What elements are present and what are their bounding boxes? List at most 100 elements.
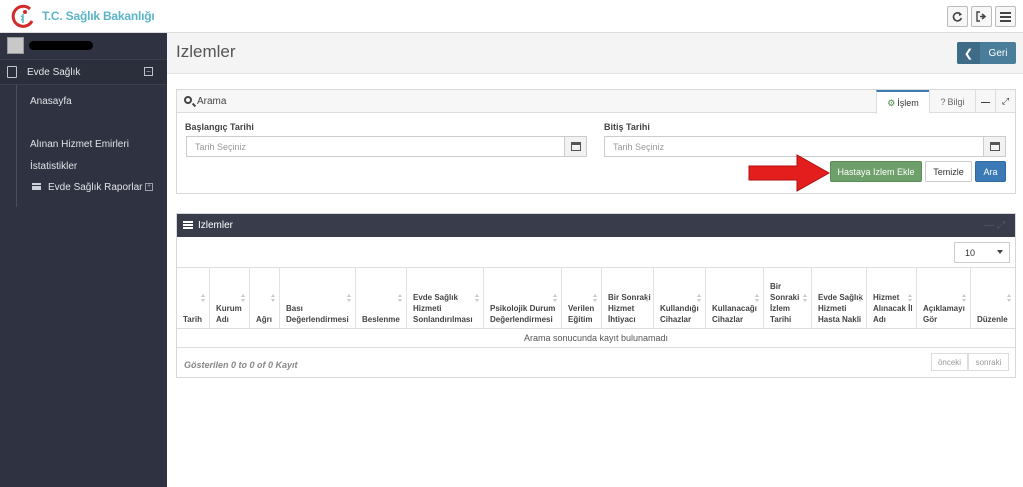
sort-icon — [553, 294, 558, 303]
column-header-tarih[interactable]: Tarih — [177, 268, 209, 328]
caret-down-icon — [997, 250, 1003, 254]
ministry-emblem-icon — [11, 4, 34, 28]
tab-islem-label: İşlem — [897, 98, 919, 108]
column-header-sonraki-izlem[interactable]: Bir Sonraki İzlem Tarihi — [763, 268, 811, 328]
logo-text: T.C. Sağlık Bakanlığı — [42, 9, 155, 23]
sidebar: Evde Sağlık − Anasayfa Alınan Hizmet Emi… — [0, 33, 167, 487]
column-header-verilen-egitim[interactable]: Verilen Eğitim — [561, 268, 601, 328]
search-icon — [184, 96, 192, 104]
sidebar-item-evde-saglik-raporlar[interactable]: Evde Sağlık Raporlar — [48, 182, 143, 193]
logout-button[interactable] — [971, 6, 992, 27]
page-title: Izlemler — [176, 42, 236, 61]
refresh-icon — [952, 12, 963, 22]
fullscreen-button[interactable]: ⤢ — [995, 90, 1015, 113]
search-panel-header: Arama ⚙ İşlem ? Bilgi — ⤢ — [177, 90, 1015, 114]
column-header-il-adi[interactable]: Hizmet Alınacak İl Adı — [866, 268, 916, 328]
next-page-button[interactable]: sonraki — [968, 353, 1009, 371]
menu-icon — [1000, 11, 1011, 22]
column-header-kullandigi-cihazlar[interactable]: Kullandığı Cihazlar — [653, 268, 705, 328]
clear-button[interactable]: Temizle — [925, 161, 972, 182]
column-header-basi[interactable]: Bası Değerlendirmesi — [279, 268, 355, 328]
column-header-kullanacagi-cihazlar[interactable]: Kullanacağı Cihazlar — [705, 268, 763, 328]
sort-icon — [858, 294, 863, 303]
list-icon — [32, 183, 41, 190]
top-bar: T.C. Sağlık Bakanlığı — [0, 0, 1023, 33]
user-name-redacted — [29, 41, 93, 50]
minus-icon: — — [981, 96, 990, 107]
sort-icon — [347, 294, 352, 303]
column-header-kurum-adi[interactable]: Kurum Adı — [209, 268, 249, 328]
calendar-icon — [570, 142, 581, 151]
table-panel-title: Izlemler — [198, 220, 234, 231]
page-size-value: 10 — [965, 247, 976, 258]
ministry-logo[interactable]: T.C. Sağlık Bakanlığı — [10, 3, 155, 29]
column-header-agri[interactable]: Ağrı — [249, 268, 279, 328]
add-patient-monitoring-button[interactable]: Hastaya Izlem Ekle — [830, 161, 922, 182]
sort-icon — [593, 294, 598, 303]
previous-page-button[interactable]: önceki — [931, 353, 968, 371]
sidebar-section-evde-saglik[interactable]: Evde Sağlık − — [0, 59, 167, 85]
sort-icon — [755, 294, 760, 303]
sort-icon — [1007, 294, 1012, 303]
sort-icon — [908, 294, 913, 303]
end-date-label: Bitiş Tarihi — [604, 122, 650, 132]
sort-icon — [697, 294, 702, 303]
question-icon: ? — [940, 96, 946, 107]
menu-button[interactable] — [995, 6, 1016, 27]
table-info-text: Gösterilen 0 to 0 of 0 Kayıt — [184, 360, 298, 370]
start-date-input[interactable]: Tarih Seçiniz — [186, 136, 566, 157]
user-panel[interactable] — [0, 33, 167, 58]
back-button[interactable]: ❮ Geri — [957, 42, 1016, 64]
sidebar-item-istatistikler[interactable]: İstatistikler — [30, 161, 77, 172]
avatar — [7, 37, 24, 54]
start-date-calendar-button[interactable] — [564, 136, 587, 157]
end-date-calendar-button[interactable] — [983, 136, 1006, 157]
sort-icon — [201, 294, 206, 303]
clipboard-icon — [7, 66, 17, 78]
sort-icon — [241, 294, 246, 303]
back-button-label: Geri — [988, 47, 1008, 59]
column-header-beslenme[interactable]: Beslenme — [355, 268, 406, 328]
sidebar-section-label: Evde Sağlık — [27, 67, 81, 78]
table-panel-header: Izlemler — ⤢ — [177, 214, 1015, 237]
sidebar-item-alinan-hizmet-emirleri[interactable]: Alınan Hizmet Emirleri — [30, 139, 129, 150]
sort-icon — [803, 294, 808, 303]
refresh-button[interactable] — [947, 6, 968, 27]
column-header-sonraki-hizmet[interactable]: Bir Sonraki Hizmet İhtiyacı — [601, 268, 653, 328]
page-title-bar: Izlemler ❮ Geri — [167, 33, 1023, 74]
start-date-label: Başlangıç Tarihi — [185, 122, 254, 132]
collapse-icon[interactable]: − — [144, 67, 153, 76]
tree-line — [16, 85, 17, 207]
sort-icon — [475, 294, 480, 303]
sidebar-item-anasayfa[interactable]: Anasayfa — [30, 96, 72, 107]
list-icon — [183, 221, 193, 229]
sort-icon — [962, 294, 967, 303]
tab-islem[interactable]: ⚙ İşlem — [876, 90, 929, 114]
panel-tools-icon[interactable]: — ⤢ — [984, 220, 1005, 231]
column-header-psikolojik[interactable]: Psikolojik Durum Değerlendirmesi — [483, 268, 561, 328]
table-header-row: Tarih Kurum Adı Ağrı Bası Değerlendirmes… — [177, 267, 1015, 329]
search-panel-title: Arama — [197, 96, 227, 107]
main-content: Izlemler ❮ Geri Arama ⚙ İşlem ? Bilgi — … — [167, 33, 1023, 487]
calendar-icon — [989, 142, 1000, 151]
minimize-button[interactable]: — — [975, 90, 995, 113]
tab-bilgi[interactable]: ? Bilgi — [929, 90, 975, 113]
sort-icon — [645, 294, 650, 303]
expand-icon[interactable]: + — [145, 183, 153, 191]
red-arrow-annotation — [748, 154, 831, 192]
search-panel: Arama ⚙ İşlem ? Bilgi — ⤢ Başlangıç Tari… — [176, 89, 1016, 194]
tab-bilgi-label: Bilgi — [947, 96, 965, 107]
monitoring-table-panel: Izlemler — ⤢ 10 Tarih Kurum Adı Ağrı Bas… — [176, 213, 1016, 378]
column-header-aciklama[interactable]: Açıklamayı Gör — [916, 268, 970, 328]
expand-arrows-icon: ⤢ — [1001, 96, 1010, 106]
gear-icon: ⚙ — [887, 97, 896, 108]
empty-table-message: Arama sonucunda kayıt bulunamadı — [177, 329, 1015, 348]
column-header-sonlandirma[interactable]: Evde Sağlık Hizmeti Sonlandırılması — [406, 268, 483, 328]
column-header-duzenle[interactable]: Düzenle — [970, 268, 1015, 328]
page-size-select[interactable]: 10 — [954, 242, 1010, 263]
column-header-hasta-nakli[interactable]: Evde Sağlık Hizmeti Hasta Nakli — [811, 268, 866, 328]
sort-icon — [271, 294, 276, 303]
chevron-left-icon: ❮ — [957, 42, 980, 64]
sign-out-icon — [976, 11, 987, 22]
search-button[interactable]: Ara — [975, 161, 1006, 182]
